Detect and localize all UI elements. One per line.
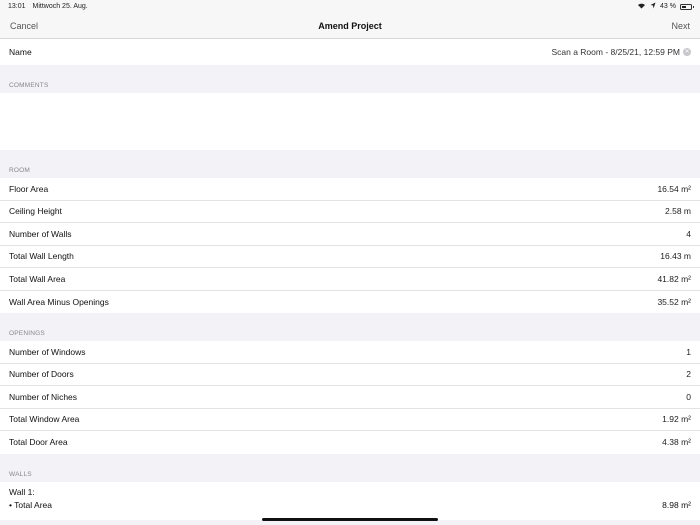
openings-row: Number of Windows 1 (0, 341, 700, 364)
openings-row: Total Window Area 1.92 m² (0, 408, 700, 431)
row-value: 0 (686, 391, 691, 402)
row-value: 1 (686, 346, 691, 357)
row-value: 2.58 m (665, 206, 691, 217)
status-time: 13:01 (8, 3, 26, 10)
row-label: Ceiling Height (9, 206, 62, 217)
navigation-bar: Cancel Amend Project Next (0, 13, 700, 39)
row-label: Wall Area Minus Openings (9, 296, 109, 307)
row-label: Number of Doors (9, 369, 74, 380)
section-header-room: ROOM (9, 167, 31, 174)
row-value: 2 (686, 369, 691, 380)
page-title: Amend Project (318, 20, 382, 31)
home-indicator[interactable] (262, 518, 438, 521)
next-button[interactable]: Next (671, 21, 690, 31)
room-row: Wall Area Minus Openings 35.52 m² (0, 290, 700, 313)
row-label: Total Wall Length (9, 251, 74, 262)
name-label: Name (9, 47, 32, 57)
status-bar: 13:01 Mittwoch 25. Aug. 43 % (0, 0, 700, 13)
row-label: Number of Windows (9, 346, 86, 357)
section-header-openings: OPENINGS (9, 330, 45, 337)
row-label: Total Window Area (9, 414, 80, 425)
location-icon (650, 2, 656, 11)
cancel-button[interactable]: Cancel (10, 21, 38, 31)
row-value: 41.82 m² (657, 273, 691, 284)
openings-row: Total Door Area 4.38 m² (0, 431, 700, 454)
room-row: Ceiling Height 2.58 m (0, 200, 700, 223)
row-value: 35.52 m² (657, 296, 691, 307)
room-group: Floor Area 16.54 m² Ceiling Height 2.58 … (0, 178, 700, 313)
wall-item: Wall 1: • Total Area 8.98 m² (0, 481, 700, 520)
comments-textarea[interactable] (0, 93, 700, 150)
row-label: Number of Niches (9, 391, 78, 402)
openings-group: Number of Windows 1 Number of Doors 2 Nu… (0, 341, 700, 454)
room-row: Total Wall Area 41.82 m² (0, 268, 700, 291)
row-label: Number of Walls (9, 228, 72, 239)
row-value: 4.38 m² (662, 437, 691, 448)
room-row: Number of Walls 4 (0, 223, 700, 246)
name-row[interactable]: Name Scan a Room - 8/25/21, 12:59 PM ✕ (0, 39, 700, 65)
row-value: 16.43 m (660, 251, 691, 262)
openings-row: Number of Niches 0 (0, 386, 700, 409)
row-value: 16.54 m² (657, 183, 691, 194)
status-date: Mittwoch 25. Aug. (32, 3, 88, 10)
wifi-icon (637, 2, 646, 11)
battery-percentage: 43 % (660, 3, 676, 10)
row-value: 1.92 m² (662, 414, 691, 425)
wall-area-value: 8.98 m² (662, 500, 691, 510)
room-row: Floor Area 16.54 m² (0, 178, 700, 201)
name-value: Scan a Room - 8/25/21, 12:59 PM (551, 47, 680, 57)
openings-row: Number of Doors 2 (0, 363, 700, 386)
section-header-comments: COMMENTS (9, 82, 49, 89)
section-header-walls: WALLS (9, 470, 32, 478)
status-left: 13:01 Mittwoch 25. Aug. (8, 3, 93, 10)
wall-title: Wall 1: (9, 487, 35, 497)
row-label: Total Wall Area (9, 273, 66, 284)
room-row: Total Wall Length 16.43 m (0, 245, 700, 268)
status-right: 43 % (637, 2, 694, 11)
wall-area-label: • Total Area (9, 500, 52, 510)
row-value: 4 (686, 228, 691, 239)
row-label: Floor Area (9, 183, 49, 194)
row-label: Total Door Area (9, 437, 68, 448)
battery-icon (680, 3, 694, 10)
clear-icon[interactable]: ✕ (683, 48, 691, 56)
name-field[interactable]: Scan a Room - 8/25/21, 12:59 PM ✕ (551, 47, 691, 57)
